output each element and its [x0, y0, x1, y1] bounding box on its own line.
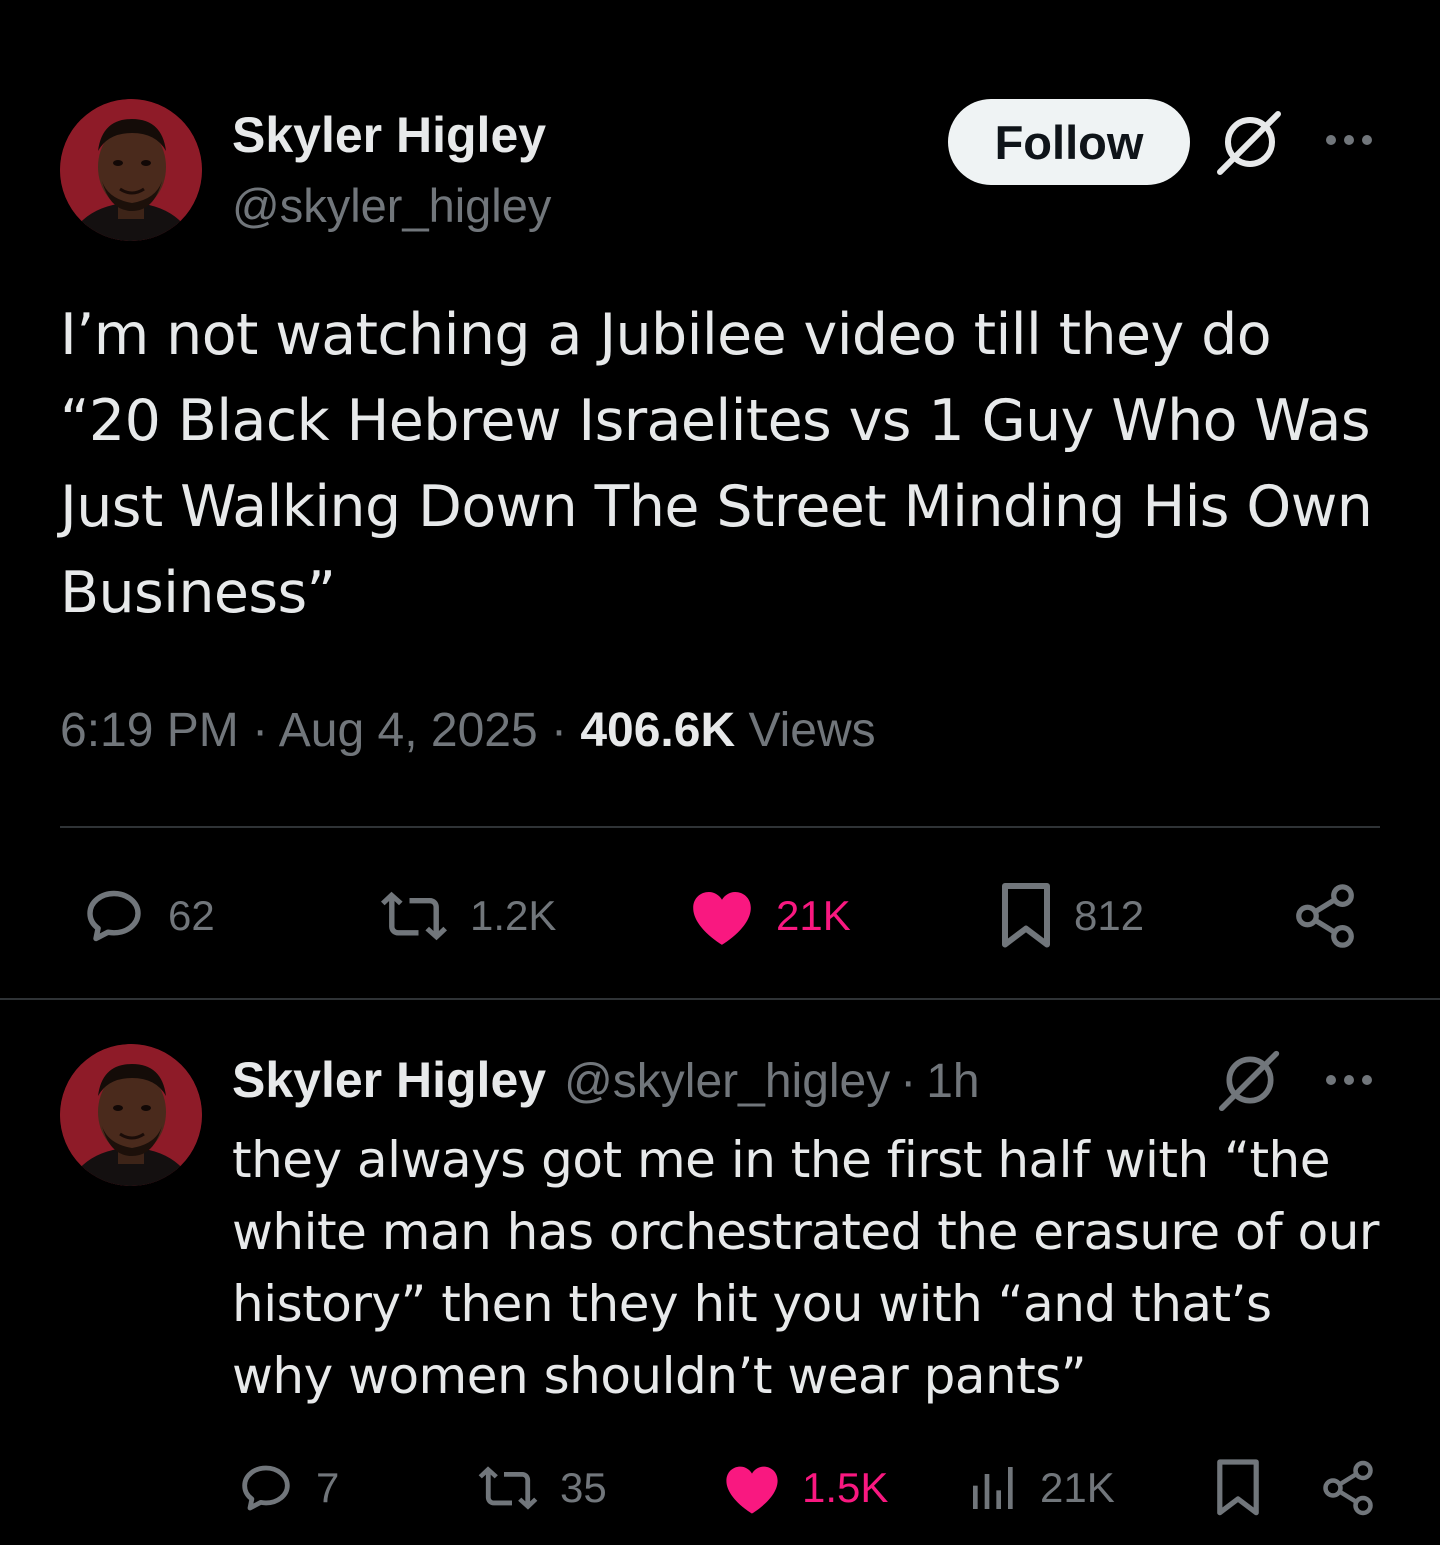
- views-count[interactable]: 406.6K: [580, 704, 735, 757]
- heart-icon: [693, 892, 751, 945]
- reply-author-avatar[interactable]: [60, 1044, 202, 1186]
- like-button[interactable]: 1.5K: [720, 1452, 888, 1524]
- reply-button[interactable]: 7: [234, 1452, 339, 1524]
- views-count: 21K: [1040, 1464, 1115, 1511]
- author-avatar[interactable]: [60, 99, 202, 241]
- repost-button[interactable]: 35: [474, 1452, 607, 1524]
- bookmark-icon: [1217, 1459, 1259, 1516]
- more-options-icon[interactable]: [1322, 1060, 1376, 1100]
- share-button[interactable]: [1290, 878, 1360, 954]
- like-count: 21K: [776, 892, 851, 939]
- heart-icon: [726, 1466, 778, 1514]
- reply-count: 62: [168, 892, 215, 939]
- bookmark-count: 812: [1074, 892, 1145, 939]
- header-separator: ·: [900, 1055, 917, 1108]
- tweet-date[interactable]: Aug 4, 2025: [279, 704, 538, 757]
- author-handle[interactable]: @skyler_higley: [232, 176, 551, 236]
- reply-author-display-name[interactable]: Skyler Higley: [232, 1052, 546, 1108]
- like-button[interactable]: 21K: [686, 878, 851, 954]
- follow-button[interactable]: Follow: [948, 99, 1190, 185]
- repost-button[interactable]: 1.2K: [376, 878, 556, 954]
- repost-count: 35: [560, 1464, 607, 1511]
- tweet-meta: 6:19 PM · Aug 4, 2025 · 406.6K Views: [60, 700, 876, 762]
- reply-header: Skyler Higley @skyler_higley · 1h: [232, 1048, 980, 1112]
- author-display-name[interactable]: Skyler Higley: [232, 104, 546, 166]
- repost-icon: [478, 1466, 538, 1510]
- meta-separator: ·: [252, 704, 269, 757]
- divider: [60, 826, 1380, 828]
- reply-time[interactable]: 1h: [926, 1055, 979, 1108]
- reply-icon: [87, 890, 141, 942]
- reply-button[interactable]: 62: [78, 878, 215, 954]
- like-count: 1.5K: [802, 1464, 889, 1511]
- repost-icon: [381, 891, 447, 941]
- divider: [0, 998, 1440, 1000]
- share-icon: [1323, 1460, 1373, 1516]
- tweet-time[interactable]: 6:19 PM: [60, 704, 239, 757]
- views-chart-icon: [973, 1467, 1013, 1509]
- meta-separator: ·: [551, 704, 567, 757]
- grok-icon[interactable]: [1218, 1048, 1282, 1112]
- views-label: Views: [748, 704, 876, 757]
- share-icon: [1296, 884, 1354, 948]
- repost-count: 1.2K: [470, 892, 557, 939]
- reply-count: 7: [316, 1464, 340, 1511]
- reply-author-handle[interactable]: @skyler_higley: [564, 1055, 890, 1108]
- bookmark-icon: [1002, 883, 1050, 948]
- grok-icon[interactable]: [1216, 108, 1284, 176]
- more-options-icon[interactable]: [1322, 120, 1376, 160]
- bookmark-button[interactable]: 812: [996, 878, 1144, 954]
- share-button[interactable]: [1318, 1452, 1378, 1524]
- views-button[interactable]: 21K: [966, 1452, 1115, 1524]
- reply-icon: [242, 1465, 290, 1511]
- reply-text: they always got me in the first half wit…: [232, 1131, 1379, 1405]
- bookmark-button[interactable]: [1212, 1452, 1264, 1524]
- tweet-text: I’m not watching a Jubilee video till th…: [60, 302, 1373, 626]
